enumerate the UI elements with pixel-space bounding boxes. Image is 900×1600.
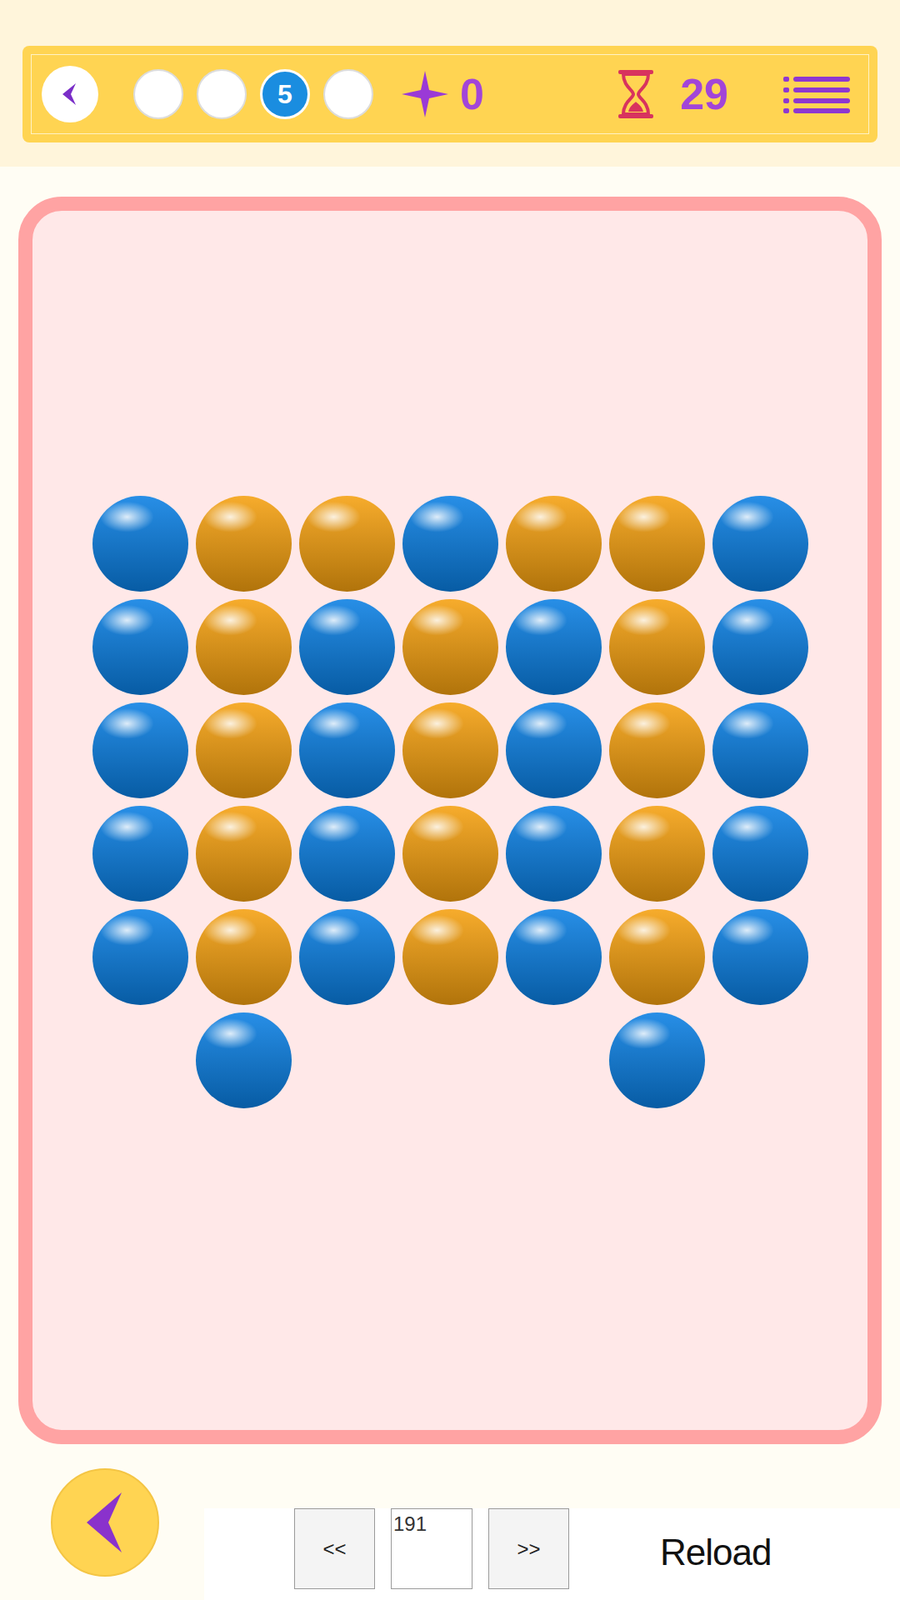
ball[interactable] <box>402 909 499 1005</box>
board <box>18 196 882 1445</box>
back-button[interactable] <box>50 1468 160 1577</box>
ball[interactable] <box>195 1012 292 1109</box>
step-dot: 5 <box>260 69 310 120</box>
ball[interactable] <box>712 702 809 799</box>
ball[interactable] <box>609 909 705 1005</box>
status-bar: 5 0 29 <box>22 45 878 143</box>
ball[interactable] <box>609 805 705 902</box>
back-arrow-icon <box>80 1490 130 1555</box>
step-dot <box>323 69 374 120</box>
ball[interactable] <box>712 805 809 902</box>
menu-button[interactable] <box>783 75 850 114</box>
level-nav: <<191>> Reload <box>204 1508 900 1600</box>
ball[interactable] <box>92 495 189 592</box>
ball[interactable] <box>505 495 602 592</box>
ball[interactable] <box>609 1012 705 1109</box>
ball[interactable] <box>712 495 809 592</box>
ball[interactable] <box>712 599 809 695</box>
top-area: 5 0 29 <box>0 0 900 167</box>
level-steps: 5 <box>133 69 374 120</box>
back-button[interactable] <box>41 65 99 123</box>
level-input[interactable]: 191 <box>390 1508 473 1590</box>
ball[interactable] <box>92 805 189 902</box>
ball[interactable] <box>712 909 809 1005</box>
ball[interactable] <box>299 909 395 1005</box>
step-dot <box>196 69 247 120</box>
step-dot <box>133 69 184 120</box>
play-area <box>0 166 900 1445</box>
ball[interactable] <box>505 599 602 695</box>
timer: 29 <box>616 68 729 120</box>
ball[interactable] <box>402 702 499 799</box>
ball[interactable] <box>195 702 292 799</box>
score: 0 <box>400 69 485 120</box>
ball[interactable] <box>195 805 292 902</box>
ball[interactable] <box>505 909 602 1005</box>
ball[interactable] <box>505 702 602 799</box>
ball[interactable] <box>609 599 705 695</box>
ball[interactable] <box>402 495 499 592</box>
ball[interactable] <box>402 805 499 902</box>
ball[interactable] <box>92 599 189 695</box>
reload-button[interactable]: Reload <box>660 1531 771 1574</box>
star-icon <box>400 69 450 120</box>
ball[interactable] <box>299 805 395 902</box>
ball[interactable] <box>299 702 395 799</box>
ball[interactable] <box>195 599 292 695</box>
ball-grid <box>88 491 812 1430</box>
ball[interactable] <box>195 909 292 1005</box>
ball[interactable] <box>609 495 705 592</box>
ball[interactable] <box>92 909 189 1005</box>
ball[interactable] <box>609 702 705 799</box>
ball[interactable] <box>195 495 292 592</box>
ball[interactable] <box>402 599 499 695</box>
score-value: 0 <box>460 72 485 116</box>
back-arrow-icon <box>55 80 85 109</box>
next-button[interactable]: >> <box>488 1508 570 1590</box>
ball[interactable] <box>299 495 395 592</box>
ball[interactable] <box>299 599 395 695</box>
hourglass-icon <box>616 68 655 120</box>
prev-button[interactable]: << <box>294 1508 375 1590</box>
ball[interactable] <box>505 805 602 902</box>
game-screen: 5 0 29 <<191>> Reload <box>0 0 900 1600</box>
menu-icon <box>783 75 850 114</box>
timer-value: 29 <box>680 72 729 116</box>
footer: <<191>> Reload <box>0 1444 900 1600</box>
ball[interactable] <box>92 702 189 799</box>
